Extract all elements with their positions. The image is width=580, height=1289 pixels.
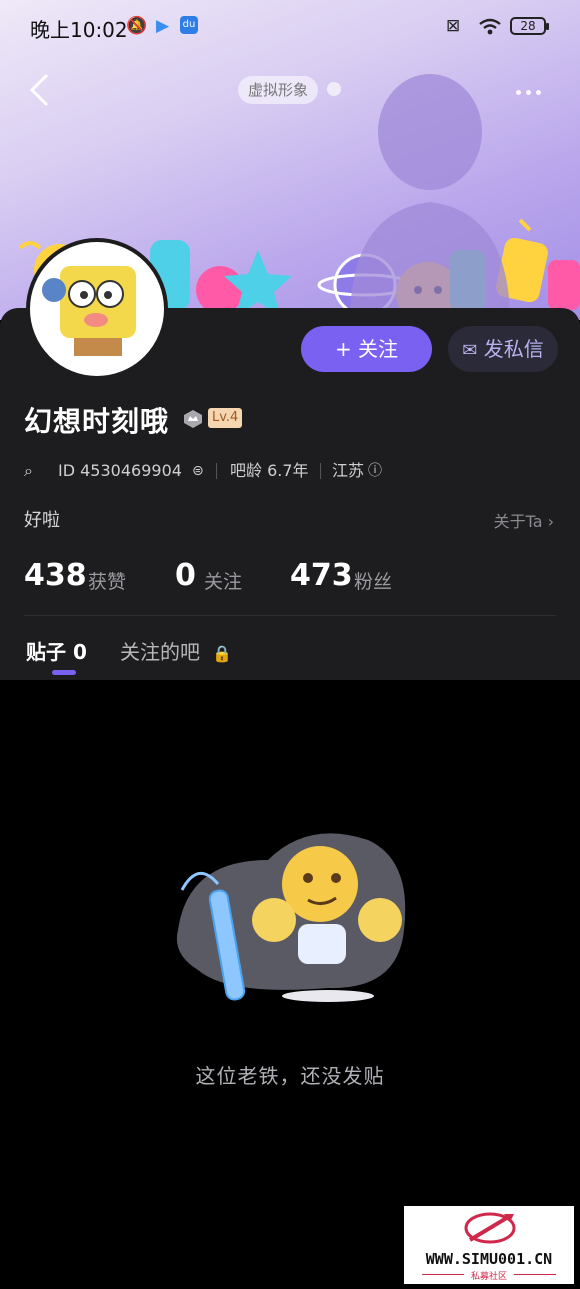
- likes-count[interactable]: 438: [24, 558, 87, 593]
- watermark-subtitle: 私募社区: [470, 1272, 507, 1282]
- likes-label: 获赞: [88, 571, 127, 593]
- watermark: WWW.SIMU001.CN 私募社区: [404, 1206, 574, 1284]
- watermark-line: [514, 1274, 556, 1275]
- level-badge: Lv.4: [208, 408, 243, 428]
- tab-followed-bars-label: 关注的吧: [120, 640, 200, 664]
- mail-icon: ✉: [462, 340, 478, 361]
- watermark-url: WWW.SIMU001.CN: [425, 1250, 553, 1268]
- tab-indicator: [52, 670, 76, 675]
- followers-label: 粉丝: [354, 571, 393, 593]
- crown-icon: [184, 410, 202, 428]
- tab-posts[interactable]: 贴子 0: [26, 636, 87, 665]
- follow-button[interactable]: + 关注: [301, 326, 432, 372]
- help-icon[interactable]: ⓘ: [368, 460, 382, 482]
- wifi-icon: [479, 18, 501, 35]
- back-icon[interactable]: [22, 70, 58, 110]
- about-label: 关于Ta: [493, 512, 543, 531]
- empty-state-message: 这位老铁，还没发贴: [195, 1064, 385, 1088]
- username: 幻想时刻哦: [24, 405, 170, 438]
- followers-count[interactable]: 473: [290, 558, 353, 593]
- virtual-image-pill[interactable]: 虚拟形象: [238, 76, 319, 104]
- bio-text: 好啦: [24, 510, 60, 531]
- more-options-icon[interactable]: [516, 80, 550, 100]
- app-notification-icon: du: [180, 16, 198, 34]
- empty-state-illustration: [176, 833, 406, 1002]
- mute-bell-icon: 🔕: [126, 16, 148, 36]
- meta-divider: [216, 463, 217, 479]
- send-message-label: 发私信: [483, 337, 544, 361]
- copy-icon[interactable]: ⊜: [192, 460, 204, 482]
- send-message-button[interactable]: ✉ 发私信: [448, 326, 558, 372]
- status-bar: 晚上10:02 🔕 ▶ du ⊠ 28: [0, 0, 580, 54]
- play-icon: ▶: [156, 16, 170, 36]
- location: 江苏: [332, 461, 365, 480]
- user-id[interactable]: ID 4530469904: [58, 460, 182, 482]
- tab-followed-bars[interactable]: 关注的吧 🔒: [120, 636, 232, 665]
- search-icon: ⌕: [24, 461, 33, 480]
- following-label: 关注: [204, 571, 243, 593]
- bar-age: 吧龄 6.7年: [230, 461, 309, 480]
- divider: [24, 615, 556, 616]
- following-count[interactable]: 0: [175, 558, 196, 593]
- watermark-logo: [464, 1212, 516, 1244]
- status-time: 晚上10:02: [30, 18, 128, 42]
- sim-off-icon: ⊠: [446, 16, 461, 36]
- about-link[interactable]: 关于Ta ›: [494, 508, 554, 532]
- avatar-image: [42, 266, 136, 356]
- lock-icon: 🔒: [212, 644, 233, 663]
- meta-divider: [320, 463, 321, 479]
- battery-indicator: 28: [510, 17, 549, 35]
- chevron-right-icon: ›: [547, 512, 554, 531]
- avatar[interactable]: [26, 238, 168, 380]
- virtual-avatar-silhouette: [350, 74, 510, 320]
